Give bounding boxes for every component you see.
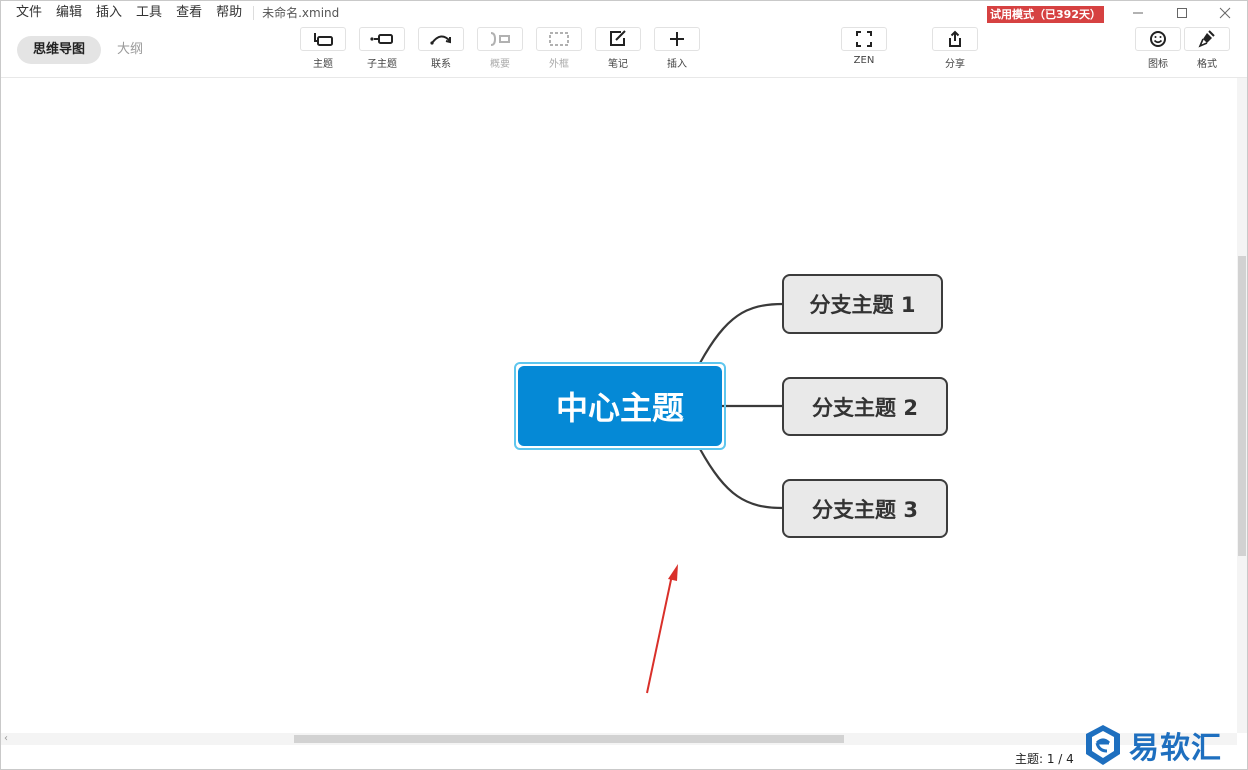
annotation-arrow [646,564,678,694]
central-topic[interactable]: 中心主题 [518,366,722,446]
vertical-scroll-thumb[interactable] [1238,256,1246,556]
branch-topic-1[interactable]: 分支主题 1 [782,274,943,334]
status-bar: 主题: 1 / 4 [1,746,1247,769]
xmind-window: 文件 编辑 插入 工具 查看 帮助 未命名.xmind 试用模式（已392天） … [0,0,1248,770]
site-watermark: 易软汇 [1083,723,1222,767]
scroll-left-icon[interactable]: ‹ [4,733,8,745]
horizontal-scroll-thumb[interactable] [294,735,844,743]
branch-topic-3[interactable]: 分支主题 3 [782,479,948,538]
horizontal-scrollbar[interactable]: ‹ [1,733,1237,745]
connector-branch-1 [699,302,784,364]
topic-count: 主题: 1 / 4 [1015,752,1074,766]
vertical-scrollbar[interactable] [1237,78,1247,733]
connector-branch-3 [699,448,784,510]
watermark-text: 易软汇 [1129,731,1222,766]
branch-topic-2[interactable]: 分支主题 2 [782,377,948,436]
watermark-logo-icon [1086,725,1120,765]
